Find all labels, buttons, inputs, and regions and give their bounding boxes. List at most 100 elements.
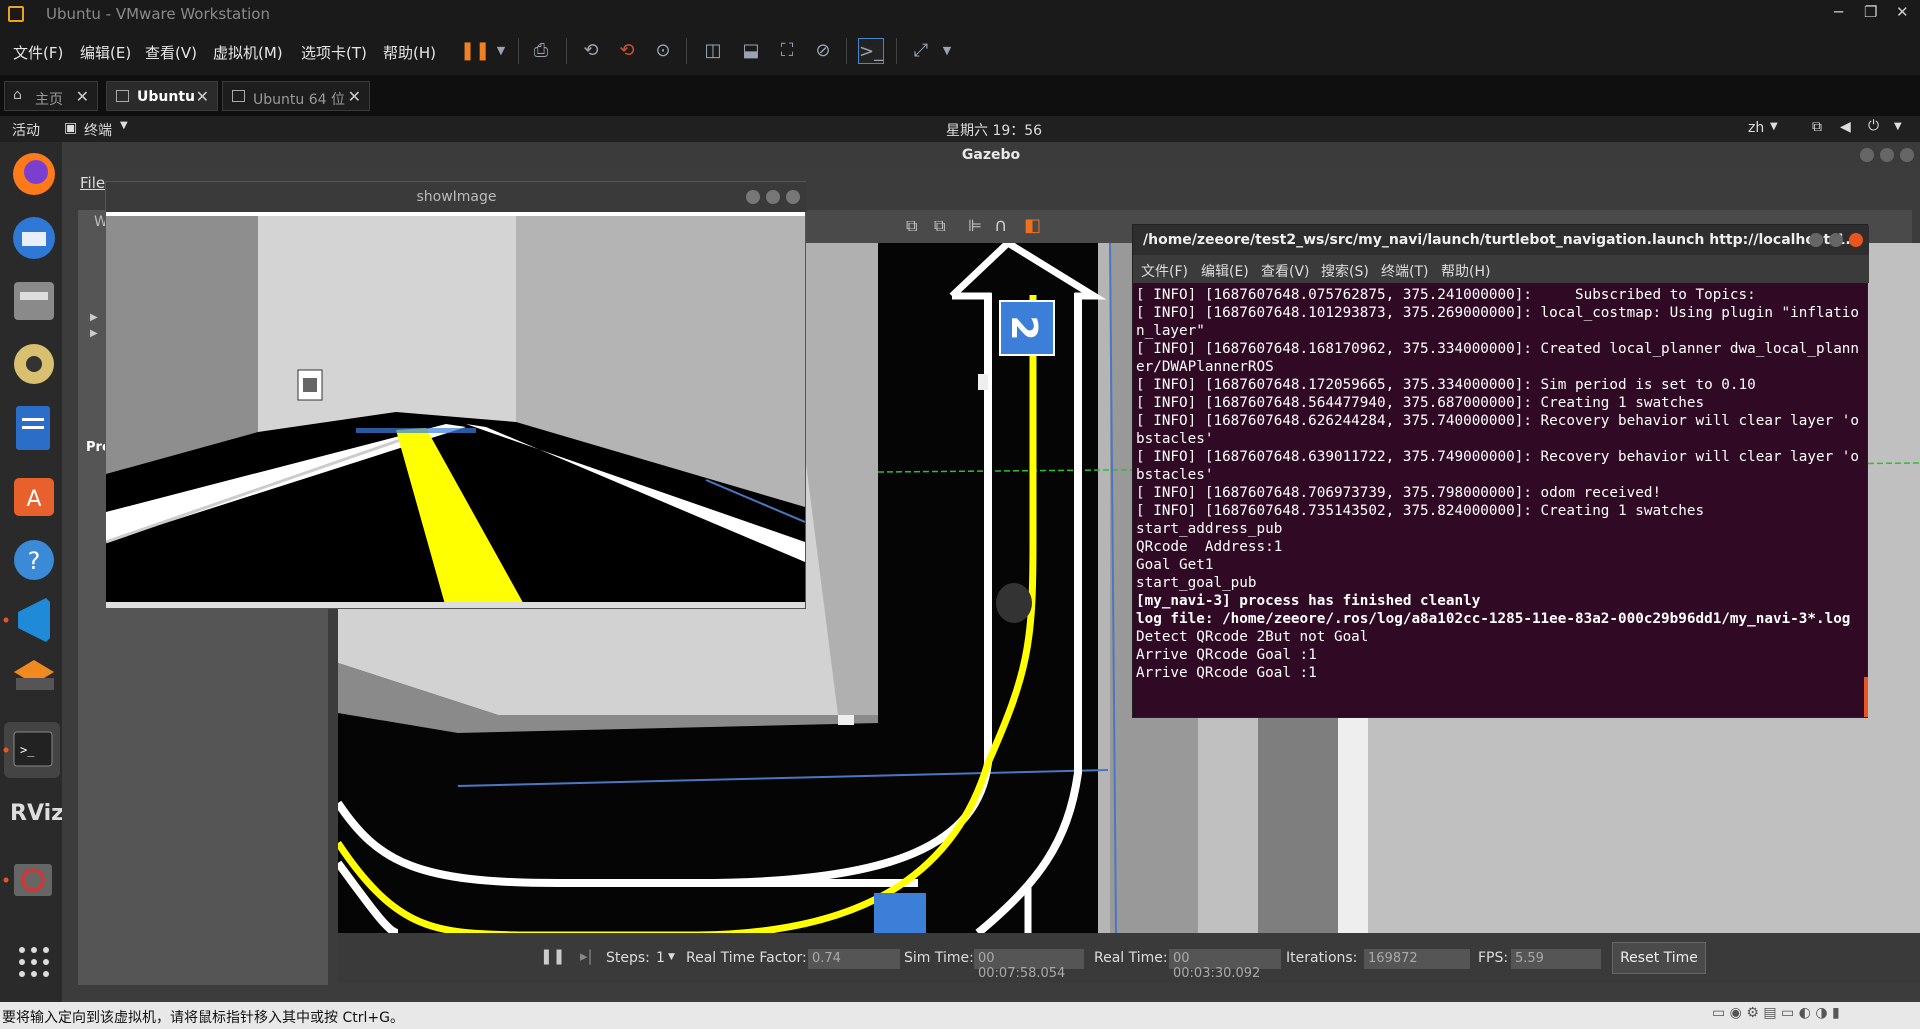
rhythmbox-icon[interactable]	[14, 344, 54, 384]
volume-icon[interactable]: ◀	[1840, 119, 1851, 135]
maximize-icon[interactable]	[766, 190, 780, 204]
minimize-icon[interactable]: ─	[1834, 3, 1843, 21]
terminal-line: start_address_pub	[1136, 521, 1283, 537]
close-icon[interactable]: ✕	[196, 87, 209, 106]
thumbnail-view-icon[interactable]: ⬓	[738, 38, 764, 64]
close-icon[interactable]: ✕	[76, 87, 89, 106]
chevron-down-icon: ▼	[120, 120, 128, 131]
pause-icon[interactable]: ❚❚	[540, 947, 565, 965]
network-icon[interactable]: ⧉	[1812, 119, 1822, 135]
terminal-line: log file: /home/zeeore/.ros/log/a8a102cc…	[1136, 611, 1851, 627]
restore-icon[interactable]: ❐	[1864, 3, 1877, 21]
chevron-down-icon[interactable]: ▼	[488, 38, 514, 64]
unity-icon[interactable]: ⊘	[810, 38, 836, 64]
align-icon[interactable]: ⊫	[968, 216, 982, 235]
activities-button[interactable]: 活动	[12, 120, 40, 140]
svg-text:RViz: RViz	[10, 801, 62, 826]
terminal-menu-file[interactable]: 文件(F)	[1141, 261, 1188, 281]
power-icon[interactable]: ⏻	[1868, 118, 1879, 134]
close-icon[interactable]: ✕	[1896, 3, 1909, 21]
minimize-icon[interactable]	[1860, 148, 1874, 162]
clock[interactable]: 星期六 19：56	[946, 120, 1042, 140]
chevron-down-icon[interactable]: ▼	[1894, 121, 1902, 132]
vmware-tabbar: ⌂ 主页 ✕ Ubuntu ✕ Ubuntu 64 位 ✕	[0, 75, 1920, 116]
vscode-icon[interactable]	[18, 598, 50, 642]
menu-file[interactable]: 文件(F)	[13, 42, 63, 63]
writer-icon[interactable]	[16, 406, 50, 450]
revert-snapshot-icon[interactable]: ⟲	[614, 38, 640, 64]
terminal-scrollbar[interactable]	[1864, 677, 1868, 717]
sublime-icon[interactable]	[14, 660, 54, 690]
expand-arrow-icon[interactable]: ▶	[90, 328, 98, 339]
terminal-menu-view[interactable]: 查看(V)	[1261, 261, 1310, 281]
firefox-icon[interactable]	[13, 153, 55, 195]
menu-tabs[interactable]: 选项卡(T)	[301, 42, 367, 63]
paste-icon[interactable]: ⧉	[934, 216, 945, 236]
snap-icon[interactable]: ∩	[994, 215, 1007, 236]
minimize-icon[interactable]	[746, 190, 760, 204]
tab-label: Ubuntu 64 位	[253, 92, 345, 108]
steps-value[interactable]: 1	[656, 950, 665, 966]
terminal-menu-terminal[interactable]: 终端(T)	[1381, 261, 1428, 281]
sidebar-view-icon[interactable]: ◫	[700, 38, 726, 64]
tab-ubuntu[interactable]: Ubuntu ✕	[106, 81, 218, 111]
expand-arrow-icon[interactable]: ▶	[90, 312, 98, 323]
rviz-icon[interactable]: RViz	[10, 801, 64, 826]
showimage-window[interactable]: showImage	[105, 181, 807, 609]
gazebo-menu-file[interactable]: File	[80, 174, 105, 192]
show-apps-icon[interactable]	[19, 947, 49, 977]
ubuntu-topbar: 活动 ▣ 终端 ▼ 星期六 19：56 zh ▼ ⧉ ◀ ⏻ ▼	[0, 116, 1920, 142]
tab-label: Ubuntu	[137, 89, 195, 105]
chevron-down-icon[interactable]: ▼	[934, 38, 960, 64]
close-icon[interactable]	[1849, 233, 1863, 247]
tab-home[interactable]: ⌂ 主页 ✕	[4, 81, 98, 111]
snapshot-icon[interactable]: ⟲	[578, 38, 604, 64]
menu-vm[interactable]: 虚拟机(M)	[213, 42, 283, 63]
close-icon[interactable]: ✕	[348, 87, 361, 106]
app-menu[interactable]: 终端	[84, 120, 112, 140]
maximize-icon[interactable]	[1880, 148, 1894, 162]
tab-label: 主页	[35, 92, 63, 108]
close-icon[interactable]	[786, 190, 800, 204]
rtf-field: 0.74	[808, 949, 900, 969]
chevron-down-icon[interactable]: ▼	[668, 952, 675, 962]
terminal-line: Arrive QRcode Goal :1	[1136, 647, 1317, 663]
files-icon[interactable]	[14, 282, 54, 320]
terminal-menu-search[interactable]: 搜索(S)	[1321, 261, 1369, 281]
unknown-app-icon[interactable]	[14, 864, 52, 896]
copy-icon[interactable]: ⧉	[906, 216, 917, 236]
rtf-label: Real Time Factor:	[686, 950, 807, 966]
window-title: Ubuntu - VMware Workstation	[46, 5, 270, 23]
step-icon[interactable]: ▸|	[580, 947, 593, 965]
menu-edit[interactable]: 编辑(E)	[80, 42, 131, 63]
terminal-output[interactable]: [ INFO] [1687607648.075762875, 375.24100…	[1136, 286, 1864, 682]
terminal-menu-help[interactable]: 帮助(H)	[1441, 261, 1490, 281]
stretch-icon[interactable]: ⤢	[908, 38, 934, 64]
input-method[interactable]: zh	[1748, 120, 1764, 136]
minimize-icon[interactable]	[1809, 233, 1823, 247]
software-icon[interactable]: A	[14, 478, 54, 516]
reset-time-button[interactable]: Reset Time	[1612, 942, 1706, 974]
view-angle-icon[interactable]: ◧	[1024, 215, 1041, 236]
thunderbird-icon[interactable]	[13, 217, 55, 259]
device-icons[interactable]: ▭ ◉ ⚙ ▤ ▭ ◐ ◑ ▮	[1712, 1005, 1840, 1021]
tab-ubuntu64[interactable]: Ubuntu 64 位 ✕	[222, 81, 370, 111]
real-time-field: 00 00:03:30.092	[1169, 949, 1281, 981]
close-icon[interactable]	[1900, 148, 1914, 162]
help-icon[interactable]: ?	[14, 540, 54, 580]
terminal-menubar: 文件(F) 编辑(E) 查看(V) 搜索(S) 终端(T) 帮助(H)	[1133, 255, 1869, 283]
pause-icon[interactable]: ❚❚	[460, 38, 490, 64]
terminal-menu-edit[interactable]: 编辑(E)	[1201, 261, 1249, 281]
maximize-icon[interactable]	[1829, 233, 1843, 247]
snapshot-manager-icon[interactable]: ⊙	[650, 38, 676, 64]
menu-help[interactable]: 帮助(H)	[383, 42, 436, 63]
terminal-window[interactable]: /home/zeeore/test2_ws/src/my_navi/launch…	[1132, 224, 1869, 718]
terminal-icon[interactable]: >_	[13, 731, 53, 767]
send-keys-icon[interactable]: ⎙	[528, 38, 554, 64]
console-view-icon[interactable]: >_	[858, 38, 884, 64]
menu-view[interactable]: 查看(V)	[145, 42, 197, 63]
svg-text:?: ?	[28, 547, 41, 575]
fullscreen-icon[interactable]: ⛶	[774, 38, 800, 64]
terminal-title: /home/zeeore/test2_ws/src/my_navi/launch…	[1143, 232, 1862, 248]
terminal-line: QRcode Address:1	[1136, 539, 1283, 555]
